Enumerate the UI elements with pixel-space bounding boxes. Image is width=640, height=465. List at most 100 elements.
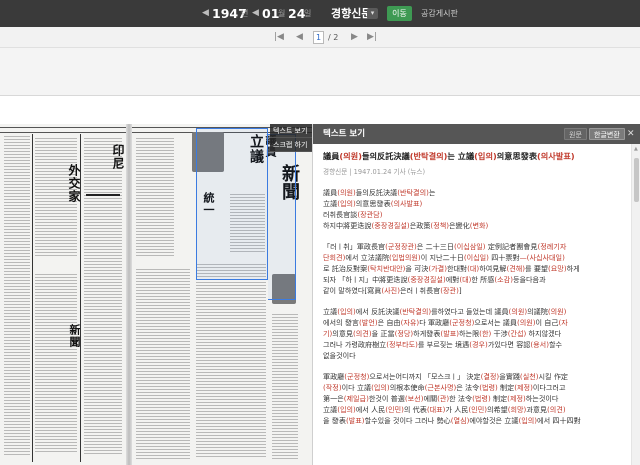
year-unit: 년 <box>241 9 249 18</box>
prev-year-arrow-icon[interactable]: ◀ <box>202 0 209 27</box>
day-value[interactable]: 24 <box>288 0 305 27</box>
hanja-text: 과意見 <box>526 405 548 414</box>
gloss-text: 단회견) <box>323 253 346 262</box>
gloss-text: (제일급) <box>343 394 369 403</box>
hanja-text: 한것이 普選 <box>368 394 405 403</box>
scrap-menu-item[interactable]: 스크랩 하기 <box>270 138 312 152</box>
date-navigation-bar: ◀ 1947 년 ◀ 01 월 ◀ 24 일 경향신문 ▾ 이동 공감게시판 <box>0 0 640 27</box>
hanja-text: 은 自由 <box>377 318 401 327</box>
hanja-text: 에서 立法議院 <box>345 253 390 262</box>
article-line: 議員(의원)들의反託決議(반탁결의)는 <box>323 187 625 198</box>
article-paragraph: 「러ㅣ취」軍政長官(군정장관)은 二十三日(이십삼일) 定例記者團會見(정례기자… <box>323 241 625 296</box>
article-paragraph: 議員(의원)들의反託決議(반탁결의)는 立議(입의)의意思發表(의사발표) 러취長官… <box>323 187 625 231</box>
newspaper-name[interactable]: 경향신문 <box>331 0 371 27</box>
gloss-text: (의견) <box>547 405 566 414</box>
article-line: 立議(입의)의意思發表(의사발표) <box>323 198 625 209</box>
selected-article-highlight[interactable] <box>196 128 268 280</box>
go-button[interactable]: 이동 <box>387 6 412 21</box>
share-board-link[interactable]: 공감게시판 <box>421 0 458 27</box>
gloss-text: (대표) <box>426 405 446 414</box>
gloss-text: (군정장관) <box>385 242 417 251</box>
gloss-text: (군정청) <box>344 372 370 381</box>
gloss-text: (의원) <box>339 151 362 161</box>
gloss-text: (이십일) <box>463 253 489 262</box>
hanja-text: 에서의 發言 <box>323 318 360 327</box>
view-text-menu-item[interactable]: 텍스트 보기 <box>270 124 312 138</box>
close-icon[interactable]: ✕ <box>627 124 635 144</box>
hanja-text: 하게 <box>566 264 580 273</box>
scroll-up-icon[interactable]: ▲ <box>634 146 638 152</box>
hanja-text: 등을다음과 <box>512 275 546 284</box>
hanja-text: 의根本使命 <box>389 383 425 392</box>
hanja-text: 같이 말하였다[寫眞 <box>323 286 382 295</box>
gloss-text: (의원) <box>516 318 536 327</box>
gloss-text: (법령) <box>479 383 498 392</box>
article-body[interactable]: 議員(의원)들의反託決議(반탁결의)는 立議(입의)의意思發表(의사발표) 경향… <box>323 151 625 465</box>
scan-text-block <box>136 138 174 258</box>
hanja-text: 할수 <box>548 340 563 349</box>
gloss-text: (의견) <box>353 329 372 338</box>
hanja-text: 으로서는 議員 <box>474 318 517 327</box>
hanja-text: 을 正當 <box>371 329 395 338</box>
gloss-text: (작정) <box>323 383 342 392</box>
article-paragraphs: 議員(의원)들의反託決議(반탁결의)는 立議(입의)의意思發表(의사발표) 러취長官… <box>323 187 625 426</box>
hanja-text: 할수있을 것이다 그러나 勢心 <box>364 416 451 425</box>
article-line: 로 託治反對案(탁치반대안)을 可決(가결)한대對(대)하여見解(견해)를 要望… <box>323 263 625 274</box>
gloss-text: (정당) <box>394 329 414 338</box>
last-page-icon[interactable]: ▶| <box>367 27 377 48</box>
article-meta: 경향신문 | 1947.01.24 기사 (뉴스) <box>323 168 426 176</box>
korean-conversion-tab[interactable]: 한글변환 <box>589 128 625 140</box>
first-page-icon[interactable]: |◀ <box>274 27 284 48</box>
gloss-text: (제정) <box>507 394 526 403</box>
hanja-text: 의意思發表 <box>355 199 391 208</box>
hanja-text: ] <box>458 286 462 295</box>
gloss-text: (한) <box>479 329 492 338</box>
current-page-input[interactable]: 1 <box>313 31 324 44</box>
hanja-text: 立議 <box>323 405 338 414</box>
gloss-text: (의원) <box>337 188 356 197</box>
gloss-text: (입의) <box>371 383 390 392</box>
gloss-text: (가결) <box>428 264 447 273</box>
original-text-tab[interactable]: 원문 <box>564 128 587 140</box>
gloss-text: (입의) <box>518 416 538 425</box>
hanja-text: 立議 <box>323 307 338 316</box>
hanja-text: 이 自己 <box>535 318 559 327</box>
scan-text-block <box>272 314 298 459</box>
gloss-text: (정책) <box>430 221 450 230</box>
hanja-text: 에서 四十四對 <box>537 416 581 425</box>
hanja-text: 이다 立議 <box>341 383 372 392</box>
article-line: 그러나 가령政府樹立(정부타도)를 부르짖는 境遇(경우)가있다면 容認(용서)… <box>323 339 625 350</box>
gloss-text: (반탁결의) <box>397 188 429 197</box>
gloss-text: (의사발표) <box>390 199 423 208</box>
article-line: 第一은(제일급)한것이 普選(보선)에關(관)한 法令(법령) 制定(제정)하는… <box>323 393 625 404</box>
article-line: 없을것이다 <box>323 350 625 361</box>
hanja-text: 制定 <box>497 383 515 392</box>
selected-article-highlight-2[interactable] <box>268 134 296 300</box>
viewer-gap <box>0 48 640 95</box>
hanja-text: 은러ㅣ취長官 <box>399 286 441 295</box>
hanja-text: 시킬 作定 <box>538 372 569 381</box>
newspaper-scan[interactable]: 外交家 新聞 印尼 立議 議員 統一 新聞 <box>0 124 312 465</box>
hanja-text: 하는것이다 <box>525 394 559 403</box>
text-panel-scrollbar[interactable]: ▲ <box>631 144 640 465</box>
gloss-text: (중장경질설) <box>407 275 446 284</box>
hanja-text: 을 發表 <box>323 416 346 425</box>
pagination-bar: |◀ ◀ 1 / 2 ▶ ▶| <box>0 27 640 48</box>
hanja-text: 은政策 <box>409 221 431 230</box>
newspaper-dropdown-icon[interactable]: ▾ <box>367 8 378 19</box>
article-line: 하지中將更迭說(중장경질설)은政策(정책)은變化(변화) <box>323 220 625 231</box>
prev-month-arrow-icon[interactable]: ◀ <box>252 0 259 27</box>
article-line: 기)의意見(의견)을 正當(정당)하게發表(발표)하는限(한) 干涉(간섭) 하… <box>323 328 625 339</box>
next-page-icon[interactable]: ▶ <box>351 27 358 48</box>
gloss-text: (입의) <box>337 405 356 414</box>
gloss-text: (정부타도) <box>386 340 418 349</box>
hanja-text: 의議院 <box>527 307 548 316</box>
article-line: 軍政廳(군정청)으로서는어디까지 「모스크ㅣ」 決定(결정)을實踐(실천)시킬 … <box>323 371 625 382</box>
gloss-text: (자유) <box>400 318 420 327</box>
month-value[interactable]: 01 <box>262 0 279 27</box>
hanja-text: 이다그러고 <box>532 383 566 392</box>
hanja-text: 軍政廳 <box>323 372 345 381</box>
scrollbar-thumb[interactable] <box>634 158 639 202</box>
prev-page-icon[interactable]: ◀ <box>296 27 303 48</box>
gloss-text: (입법의원) <box>389 253 421 262</box>
